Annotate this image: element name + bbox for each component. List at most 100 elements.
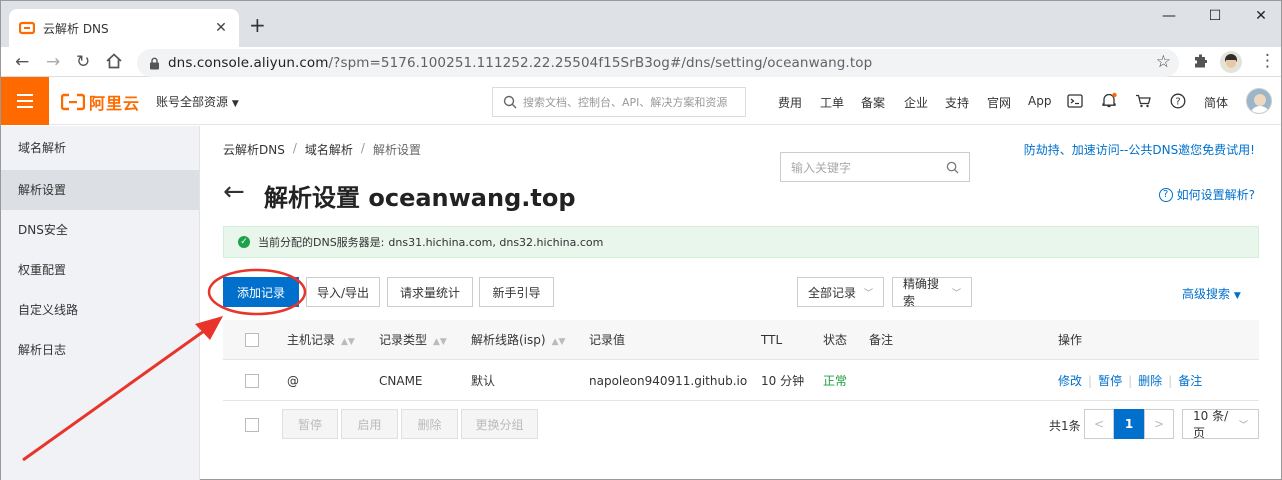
- console-search-placeholder: 搜索文档、控制台、API、解决方案和资源: [523, 96, 728, 109]
- caret-down-icon: ▼: [231, 99, 239, 109]
- col-value: 记录值: [589, 333, 626, 347]
- page-size-select[interactable]: 10 条/页 ﹀: [1182, 409, 1259, 440]
- edit-record-link[interactable]: 修改: [1058, 374, 1082, 388]
- help-setup-link[interactable]: ? 如何设置解析?: [1158, 186, 1255, 203]
- search-mode-value: 精确搜索: [903, 277, 940, 308]
- nav-support[interactable]: 支持: [945, 94, 969, 111]
- bulk-change-group-button[interactable]: 更换分组: [461, 409, 538, 439]
- page-1-button[interactable]: 1: [1114, 409, 1144, 439]
- sidebar-item-resolution-logs[interactable]: 解析日志: [1, 330, 199, 370]
- sort-icon: ▲▼: [551, 337, 566, 347]
- help-setup-label: 如何设置解析?: [1176, 188, 1255, 202]
- row-checkbox[interactable]: [245, 374, 259, 388]
- breadcrumb-current: 解析设置: [372, 143, 421, 157]
- aliyun-favicon-icon: [19, 21, 35, 35]
- bookmark-star-icon[interactable]: ☆: [1156, 52, 1171, 72]
- back-arrow-icon[interactable]: ←: [223, 179, 245, 205]
- bulk-select-checkbox[interactable]: [245, 418, 259, 432]
- profile-avatar[interactable]: [1220, 51, 1242, 73]
- aliyun-logo[interactable]: 阿里云: [61, 90, 140, 114]
- menu-toggle-icon[interactable]: [1, 77, 49, 125]
- search-mode-select[interactable]: 精确搜索 ﹀: [892, 277, 972, 308]
- notice-label: 当前分配的DNS服务器是:: [258, 236, 385, 249]
- bulk-pause-button[interactable]: 暂停: [282, 409, 338, 439]
- reload-icon[interactable]: ↻: [76, 51, 90, 73]
- new-tab-button[interactable]: +: [249, 15, 266, 35]
- nav-app[interactable]: App: [1028, 94, 1051, 108]
- select-all-checkbox[interactable]: [245, 333, 259, 347]
- terminal-icon[interactable]: [1067, 94, 1083, 108]
- maximize-button[interactable]: ☐: [1192, 5, 1238, 27]
- bulk-enable-button[interactable]: 启用: [341, 409, 398, 439]
- account-scope-dropdown[interactable]: 账号全部资源 ▼: [156, 93, 239, 110]
- tab-close-icon[interactable]: ✕: [213, 20, 229, 36]
- aliyun-logo-icon: [61, 93, 85, 111]
- public-dns-promo-link[interactable]: 防劫持、加速访问--公共DNS邀您免费试用!: [1024, 141, 1255, 158]
- language-switch[interactable]: 简体: [1204, 94, 1228, 111]
- record-filter-select[interactable]: 全部记录 ﹀: [797, 277, 884, 307]
- nav-tickets[interactable]: 工单: [820, 94, 844, 111]
- col-status: 状态: [823, 333, 848, 347]
- close-window-button[interactable]: ✕: [1238, 5, 1282, 27]
- sidebar-item-resolution-settings[interactable]: 解析设置: [1, 170, 199, 210]
- advanced-search-toggle[interactable]: 高级搜索 ▼: [1182, 285, 1241, 302]
- minimize-button[interactable]: —: [1146, 5, 1192, 27]
- keyword-input[interactable]: 输入关键字: [780, 152, 970, 182]
- next-page-button[interactable]: >: [1144, 409, 1174, 439]
- search-icon[interactable]: [946, 161, 959, 174]
- url-path: /?spm=5176.100251.111252.22.25504f15SrB3…: [328, 55, 873, 71]
- nav-icp-filing[interactable]: 备案: [861, 94, 885, 111]
- browser-tab[interactable]: 云解析 DNS ✕: [9, 9, 239, 47]
- col-host[interactable]: 主机记录 ▲▼: [287, 320, 355, 360]
- pause-record-link[interactable]: 暂停: [1098, 374, 1122, 388]
- browser-menu-icon[interactable]: ⋮: [1259, 51, 1276, 71]
- bulk-delete-button[interactable]: 删除: [401, 409, 458, 439]
- col-type[interactable]: 记录类型 ▲▼: [379, 320, 447, 360]
- request-stats-button[interactable]: 请求量统计: [387, 277, 473, 307]
- sidebar-item-custom-lines[interactable]: 自定义线路: [1, 290, 199, 330]
- page-size-value: 10 条/页: [1193, 409, 1229, 440]
- nav-enterprise[interactable]: 企业: [904, 94, 928, 111]
- breadcrumb-domain-resolution[interactable]: 域名解析: [305, 141, 353, 158]
- chevron-down-icon: ﹀: [951, 288, 961, 299]
- prev-page-button[interactable]: <: [1084, 409, 1114, 439]
- url-host: dns.console.aliyun.com: [168, 55, 329, 71]
- back-nav-icon[interactable]: ←: [15, 51, 29, 73]
- window-controls: — ☐ ✕: [1146, 5, 1282, 27]
- lock-icon: [150, 57, 159, 69]
- sort-icon: ▲▼: [341, 337, 355, 347]
- help-icon[interactable]: ?: [1170, 93, 1186, 109]
- row-host: @: [287, 374, 299, 388]
- home-icon[interactable]: [105, 52, 123, 70]
- col-operations: 操作: [1058, 333, 1083, 347]
- import-export-button[interactable]: 导入/导出: [306, 277, 380, 307]
- nav-billing[interactable]: 费用: [778, 94, 802, 111]
- col-line[interactable]: 解析线路(isp) ▲▼: [471, 320, 565, 360]
- row-status: 正常: [823, 374, 848, 388]
- remark-record-link[interactable]: 备注: [1178, 374, 1202, 388]
- sidebar-item-dns-security[interactable]: DNS安全: [1, 210, 199, 250]
- row-line: 默认: [471, 374, 496, 388]
- nav-official-site[interactable]: 官网: [987, 94, 1011, 111]
- record-filter-value: 全部记录: [808, 285, 857, 300]
- sidebar-item-weight-config[interactable]: 权重配置: [1, 250, 199, 290]
- breadcrumb-separator: /: [360, 141, 365, 155]
- cart-icon[interactable]: [1135, 94, 1151, 108]
- console-search-input[interactable]: 搜索文档、控制台、API、解决方案和资源: [492, 87, 746, 117]
- forward-nav-icon[interactable]: →: [46, 51, 60, 73]
- col-type-label: 记录类型: [379, 333, 428, 347]
- user-avatar[interactable]: [1246, 88, 1272, 114]
- add-record-button[interactable]: 添加记录: [223, 277, 299, 307]
- svg-text:?: ?: [1175, 97, 1180, 108]
- beginner-guide-button[interactable]: 新手引导: [479, 277, 554, 307]
- row-operations: 修改 | 暂停 | 删除 | 备注: [1058, 361, 1202, 401]
- col-line-label: 解析线路(isp): [471, 333, 546, 347]
- breadcrumb-cloud-dns[interactable]: 云解析DNS: [223, 141, 285, 158]
- page-title: 解析设置 oceanwang.top: [264, 184, 576, 212]
- address-bar[interactable]: dns.console.aliyun.com/?spm=5176.100251.…: [137, 49, 1179, 77]
- sidebar-item-domain-resolution[interactable]: 域名解析: [1, 126, 199, 170]
- notification-bell-icon[interactable]: [1101, 92, 1117, 109]
- keyword-placeholder: 输入关键字: [791, 160, 852, 175]
- extensions-icon[interactable]: [1193, 53, 1209, 69]
- delete-record-link[interactable]: 删除: [1138, 374, 1162, 388]
